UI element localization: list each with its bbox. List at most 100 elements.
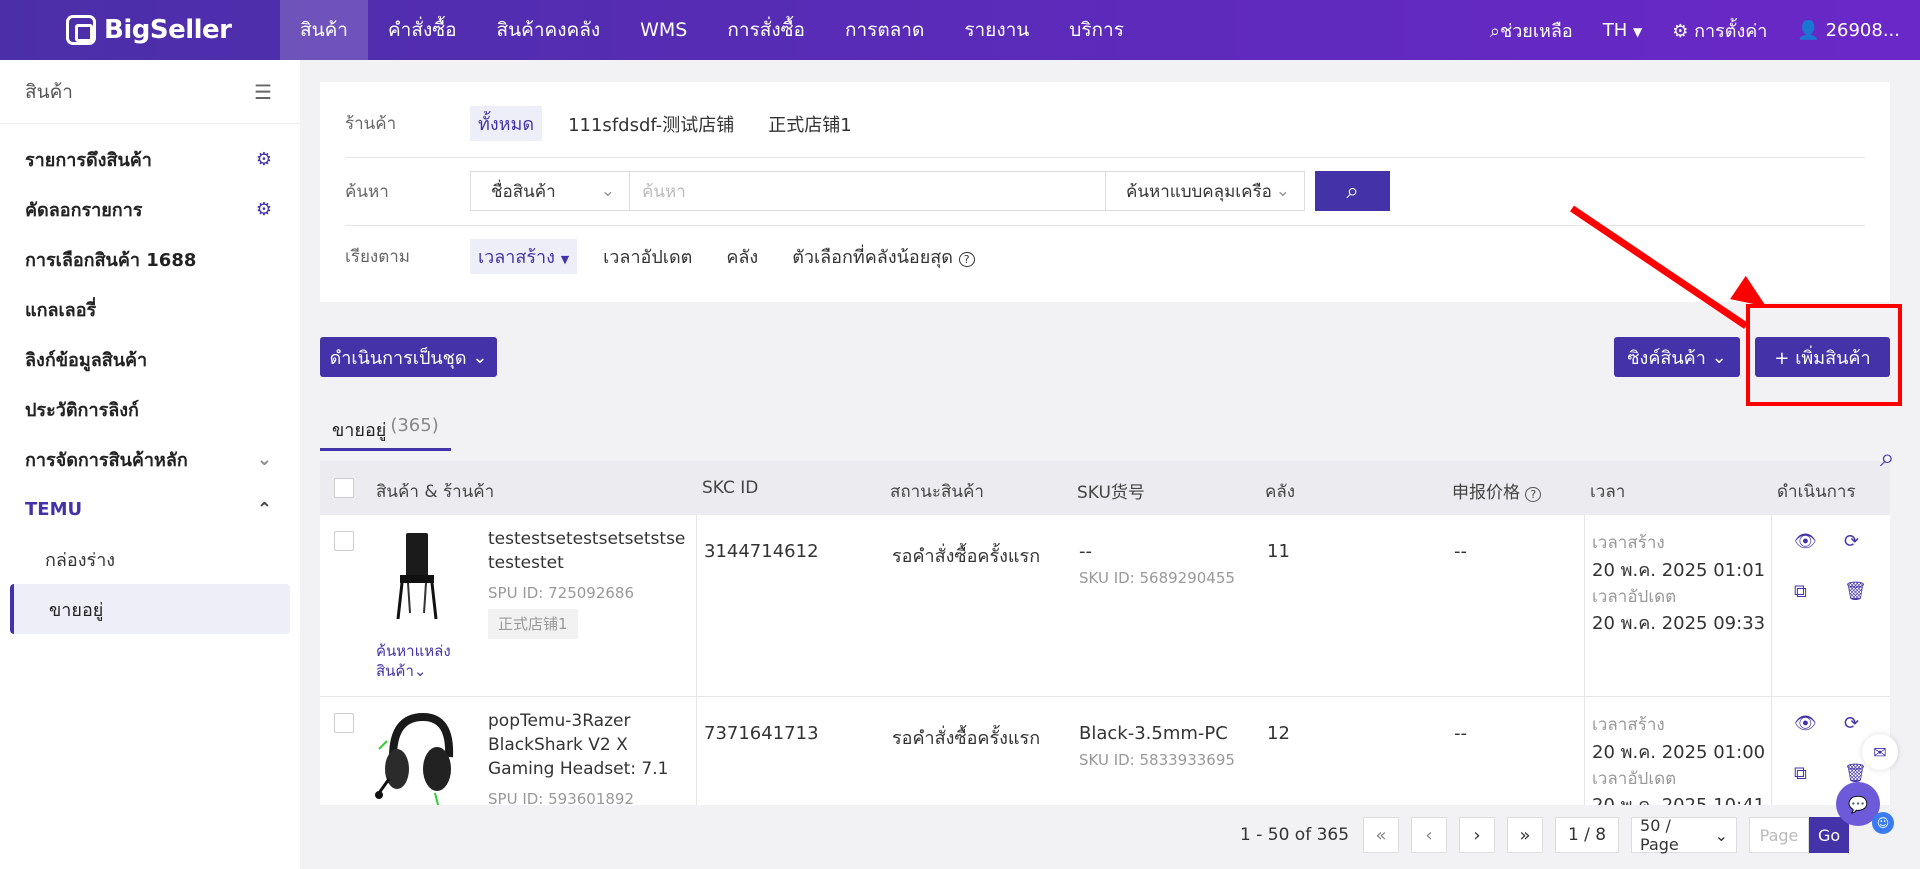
find-source-link[interactable]: ค้นหาแหล่งสินค้า⌄ bbox=[376, 641, 466, 681]
header-skc-id: SKC ID bbox=[702, 478, 759, 498]
nav-item-purchase[interactable]: การสั่งซื้อ bbox=[707, 0, 825, 60]
first-page-icon[interactable]: « bbox=[1363, 817, 1400, 853]
sidebar-item-pull-listing[interactable]: รายการดึงสินค้า ⚙ bbox=[0, 134, 300, 184]
pagination-summary: 1 - 50 of 365 bbox=[1240, 825, 1350, 845]
sidebar-item-gallery[interactable]: แกลเลอรี่ bbox=[0, 284, 300, 334]
feedback-icon[interactable]: ✉ bbox=[1862, 734, 1898, 770]
sidebar-item-copy-listing[interactable]: คัดลอกรายการ ⚙ bbox=[0, 184, 300, 234]
bigseller-logo[interactable]: BigSeller bbox=[0, 0, 280, 60]
sku-no: -- bbox=[1079, 541, 1092, 562]
sidebar: สินค้า ☰ รายการดึงสินค้า ⚙ คัดลอกรายการ ⚙ … bbox=[0, 60, 300, 869]
sidebar-subitem-draft[interactable]: กล่องร่าง bbox=[0, 534, 300, 584]
product-image bbox=[396, 533, 438, 620]
header-time: เวลา bbox=[1590, 482, 1626, 502]
search-row: ค้นหา ชื่อสินค้า ⌄ ค้นหา ค้นหาแบบคลุมเครื… bbox=[345, 171, 1865, 211]
nav-item-orders[interactable]: คำสั่งซื้อ bbox=[368, 0, 477, 60]
copy-icon[interactable]: ⧉ bbox=[1794, 581, 1807, 602]
updated-label: เวลาอัปเดต bbox=[1592, 587, 1677, 607]
page-jump-input[interactable]: Page bbox=[1749, 817, 1810, 853]
table-header: สินค้า & ร้านค้า SKC ID สถานะสินค้า SKU货… bbox=[320, 461, 1890, 515]
nav-item-services[interactable]: บริการ bbox=[1049, 0, 1144, 60]
stock-value: 11 bbox=[1267, 541, 1290, 562]
sidebar-item-temu[interactable]: TEMU ⌃ bbox=[0, 484, 300, 534]
search-icon: ⌕ bbox=[1346, 178, 1359, 204]
prev-page-icon[interactable]: ‹ bbox=[1411, 817, 1448, 853]
store-chip-all[interactable]: ทั้งหมด bbox=[470, 106, 543, 141]
view-icon[interactable]: 👁 bbox=[1794, 713, 1817, 734]
search-mode-select[interactable]: ค้นหาแบบคลุมเครือ ⌄ bbox=[1105, 171, 1305, 211]
collapse-menu-icon[interactable]: ☰ bbox=[254, 80, 272, 104]
per-page-select[interactable]: 50 / Page ⌄ bbox=[1631, 816, 1738, 854]
sidebar-item-product-link[interactable]: ลิงก์ข้อมูลสินค้า bbox=[0, 334, 300, 384]
sort-label: เรียงตาม bbox=[345, 247, 410, 267]
declared-price: -- bbox=[1454, 541, 1467, 562]
header-stock: คลัง bbox=[1265, 482, 1296, 502]
nav-item-marketing[interactable]: การตลาด bbox=[825, 0, 944, 60]
last-page-icon[interactable]: » bbox=[1507, 817, 1544, 853]
nav-item-inventory[interactable]: สินค้าคงคลัง bbox=[477, 0, 621, 60]
annotation-highlight-box bbox=[1746, 304, 1902, 406]
user-menu[interactable]: 👤 26908... bbox=[1797, 20, 1900, 41]
row-checkbox[interactable] bbox=[334, 531, 354, 551]
nav-item-wms[interactable]: WMS bbox=[620, 0, 707, 60]
search-icon: ⌕ bbox=[1489, 20, 1500, 42]
nav-item-reports[interactable]: รายงาน bbox=[944, 0, 1049, 60]
chevron-down-icon: ⌄ bbox=[413, 662, 427, 680]
row-checkbox[interactable] bbox=[334, 713, 354, 733]
declared-price: -- bbox=[1454, 723, 1467, 744]
sort-created[interactable]: เวลาสร้าง ▼ bbox=[470, 239, 578, 274]
search-field-select[interactable]: ชื่อสินค้า ⌄ bbox=[470, 171, 630, 211]
next-page-icon[interactable]: › bbox=[1459, 817, 1496, 853]
sync-icon[interactable]: ⟳ bbox=[1844, 531, 1859, 552]
product-info: testestsetestsetsetstsetestestet SPU ID:… bbox=[488, 527, 688, 639]
pagination: 1 - 50 of 365 « ‹ › » 1 / 8 50 / Page ⌄ P… bbox=[1240, 815, 1850, 855]
product-name[interactable]: popTemu-3Razer BlackShark V2 X Gaming He… bbox=[488, 709, 693, 781]
nav-item-products[interactable]: สินค้า bbox=[280, 0, 368, 60]
sync-products-button[interactable]: ซิงค์สินค้า ⌄ bbox=[1614, 337, 1740, 377]
tab-on-sale[interactable]: ขายอยู่ (365) bbox=[320, 415, 451, 451]
store-filter-row: ร้านค้า ทั้งหมด 111sfdsdf-测试店铺 正式店铺1 bbox=[345, 106, 1865, 141]
chevron-down-icon: ⌄ bbox=[256, 448, 272, 470]
store-label: ร้านค้า bbox=[345, 114, 397, 134]
header-sku-no: SKU货号 bbox=[1077, 483, 1145, 503]
chevron-down-icon: ⌄ bbox=[1714, 825, 1729, 845]
sync-icon[interactable]: ⟳ bbox=[1844, 713, 1859, 734]
user-icon: 👤 bbox=[1797, 19, 1820, 41]
help-circle-icon: ? bbox=[958, 252, 975, 267]
smile-icon[interactable]: ☺ bbox=[1872, 812, 1894, 834]
search-button[interactable]: ⌕ bbox=[1315, 171, 1390, 211]
sidebar-subitem-on-sale[interactable]: ขายอยู่ bbox=[10, 584, 290, 634]
created-time: 20 พ.ค. 2025 01:00 bbox=[1592, 742, 1766, 763]
copy-icon[interactable]: ⧉ bbox=[1794, 763, 1807, 784]
chevron-down-icon: ⌄ bbox=[600, 181, 615, 201]
created-label: เวลาสร้าง bbox=[1592, 533, 1665, 553]
product-name[interactable]: testestsetestsetsetstsetestestet bbox=[488, 527, 688, 575]
help-link[interactable]: ⌕ช่วยเหลือ bbox=[1490, 16, 1573, 45]
select-all-checkbox[interactable] bbox=[334, 478, 354, 498]
language-select[interactable]: TH ▼ bbox=[1603, 20, 1643, 41]
sort-lowest-stock-option[interactable]: ตัวเลือกที่คลังน้อยสุด ? bbox=[784, 239, 982, 274]
sidebar-item-link-history[interactable]: ประวัติการลิงก์ bbox=[0, 384, 300, 434]
chevron-down-icon: ⌄ bbox=[472, 346, 488, 368]
store-chip-official[interactable]: 正式店铺1 bbox=[760, 108, 859, 140]
store-chip-test[interactable]: 111sfdsdf-测试店铺 bbox=[560, 108, 742, 140]
sort-stock[interactable]: คลัง bbox=[718, 239, 766, 274]
current-page: 1 / 8 bbox=[1555, 817, 1620, 853]
trash-icon[interactable]: 🗑 bbox=[1844, 581, 1867, 602]
settings-link[interactable]: ⚙ การตั้งค่า bbox=[1672, 16, 1767, 45]
gear-icon[interactable]: ⚙ bbox=[256, 199, 272, 220]
gear-icon[interactable]: ⚙ bbox=[256, 149, 272, 170]
batch-action-button[interactable]: ดำเนินการเป็นชุด ⌄ bbox=[320, 337, 497, 377]
sort-updated[interactable]: เวลาอัปเดต bbox=[595, 239, 700, 274]
chevron-down-icon: ⌄ bbox=[1275, 181, 1290, 201]
search-input[interactable]: ค้นหา bbox=[630, 171, 1105, 211]
created-label: เวลาสร้าง bbox=[1592, 715, 1665, 735]
view-icon[interactable]: 👁 bbox=[1794, 531, 1817, 552]
store-tag: 正式店铺1 bbox=[488, 609, 578, 639]
sidebar-item-master-product[interactable]: การจัดการสินค้าหลัก ⌄ bbox=[0, 434, 300, 484]
product-status: รอคำสั่งซื้อครั้งแรก bbox=[892, 728, 1041, 749]
floating-search-icon[interactable]: ⌕ bbox=[1880, 443, 1895, 474]
sidebar-item-1688[interactable]: การเลือกสินค้า 1688 bbox=[0, 234, 300, 284]
go-button[interactable]: Go bbox=[1809, 817, 1850, 853]
trash-icon[interactable]: 🗑 bbox=[1844, 763, 1867, 784]
